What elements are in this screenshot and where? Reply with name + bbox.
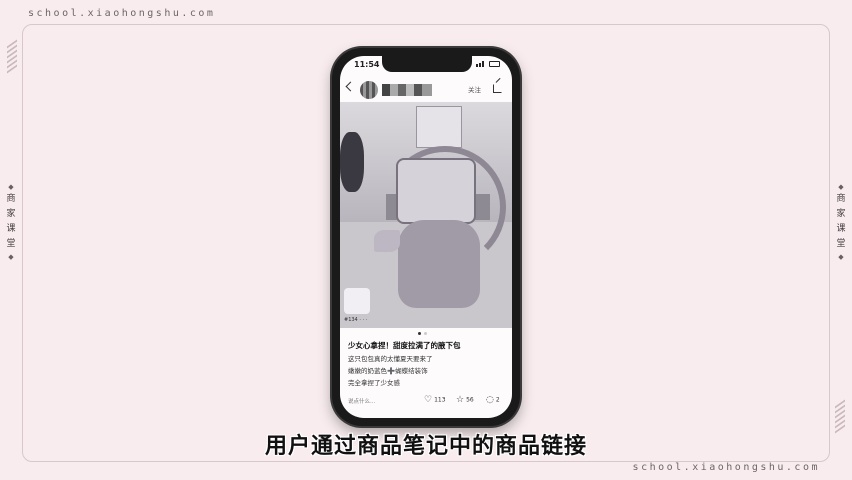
photo-bag-window: [396, 158, 476, 224]
note-title: 少女心拿捏！甜度拉满了的腋下包: [348, 341, 461, 350]
star-icon: ☆: [456, 395, 465, 405]
note-body-line: 这只包包真的太懂夏天要来了: [348, 355, 433, 363]
comment-bubble-icon: ◌: [486, 395, 494, 405]
photo-plush: [340, 132, 364, 192]
note-nav-bar: 关注: [340, 78, 512, 100]
video-subtitle: 用户通过商品笔记中的商品链接: [264, 434, 587, 459]
phone-mockup: 11:54 关注 #134 · · · 少女心拿捏！甜度拉满了的腋下包 这只包包…: [332, 48, 520, 426]
phone-notch: [382, 56, 472, 72]
side-tag-left: ◆ 商 家 课 堂 ◆: [3, 182, 19, 262]
note-photo[interactable]: #134 · · ·: [340, 102, 512, 328]
note-body-line: 嫩嫩的奶蓝色➕蝴蝶结装饰: [348, 367, 428, 375]
carousel-dots: [418, 332, 434, 335]
phone-screen: 11:54 关注 #134 · · · 少女心拿捏！甜度拉满了的腋下包 这只包包…: [340, 56, 512, 418]
diamond-icon: ◆: [838, 183, 844, 191]
carousel-dot: [418, 332, 421, 335]
side-tag-char: 堂: [6, 239, 16, 249]
photo-bag: [398, 220, 480, 308]
comment-button[interactable]: ◌ 2: [486, 395, 500, 405]
like-count: 113: [434, 396, 446, 404]
note-action-bar: 说点什么... ♡ 113 ☆ 56 ◌ 2: [340, 392, 512, 410]
signal-icon: [479, 63, 481, 67]
photo-board: [416, 106, 462, 148]
author-avatar[interactable]: [360, 81, 378, 99]
side-tag-char: 家: [836, 209, 846, 219]
watermark-url-bottom: school.xiaohongshu.com: [632, 462, 820, 473]
diamond-icon: ◆: [8, 253, 14, 261]
photo-caption: #134 · · ·: [344, 317, 368, 323]
side-tag-char: 课: [6, 224, 16, 234]
status-icons: [476, 61, 500, 68]
decor-stripes-top-left: [7, 39, 17, 74]
signal-icon: [476, 64, 478, 67]
photo-sticker: [344, 288, 370, 314]
collect-button[interactable]: ☆ 56: [456, 395, 474, 405]
battery-icon: [489, 61, 500, 67]
author-name-pixelated[interactable]: [382, 84, 432, 96]
heart-icon: ♡: [424, 395, 433, 405]
collect-count: 56: [466, 396, 474, 404]
comment-input[interactable]: 说点什么...: [348, 397, 375, 405]
comment-count: 2: [495, 396, 500, 404]
status-time: 11:54: [354, 60, 380, 69]
note-body: 这只包包真的太懂夏天要来了 嫩嫩的奶蓝色➕蝴蝶结装饰 完全拿捏了少女感: [348, 353, 508, 389]
diamond-icon: ◆: [838, 253, 844, 261]
side-tag-char: 商: [836, 194, 846, 204]
note-body-line: 完全拿捏了少女感: [348, 379, 400, 387]
carousel-dot: [424, 332, 427, 335]
side-tag-char: 课: [836, 224, 846, 234]
signal-icon: [482, 61, 484, 67]
back-icon[interactable]: [345, 81, 356, 92]
follow-button[interactable]: 关注: [468, 84, 481, 94]
side-tag-char: 商: [6, 194, 16, 204]
share-icon[interactable]: [493, 84, 502, 93]
like-button[interactable]: ♡ 113: [424, 395, 446, 405]
side-tag-char: 家: [6, 209, 16, 219]
side-tag-char: 堂: [836, 239, 846, 249]
watermark-url-top: school.xiaohongshu.com: [28, 8, 216, 19]
photo-bow: [374, 230, 400, 252]
side-tag-right: ◆ 商 家 课 堂 ◆: [833, 182, 849, 262]
diamond-icon: ◆: [8, 183, 14, 191]
